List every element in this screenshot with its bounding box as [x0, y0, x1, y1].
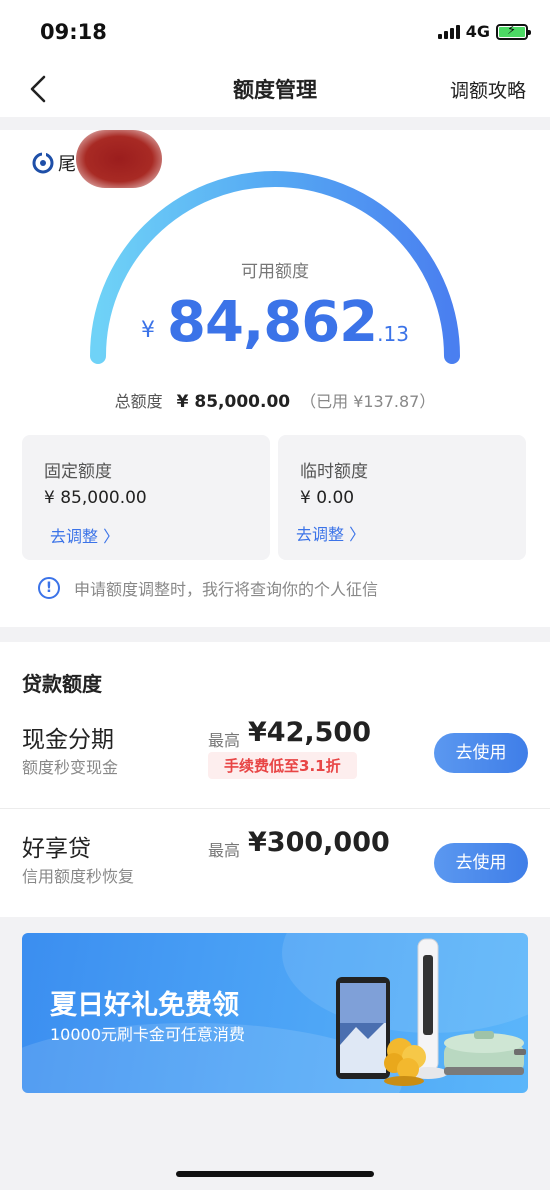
fixed-quota-box: 固定额度 ¥ 85,000.00 去调整 〉 — [22, 435, 270, 560]
quota-card: 尾 可用额度 ¥84,862.13 总额度 ¥ 85,000.00 （已用 ¥137… — [0, 130, 550, 627]
loan-max-value: ¥42,500 — [248, 717, 371, 748]
temp-quota-box: 临时额度 ¥ 0.00 去调整 〉 — [278, 435, 526, 560]
status-time: 09:18 — [40, 20, 107, 44]
currency-symbol: ¥ — [141, 318, 156, 343]
network-type: 4G — [465, 22, 490, 41]
electric-pot-icon — [444, 1031, 526, 1075]
status-indicators: 4G ⚡ — [437, 22, 531, 41]
notice-text: 申请额度调整时，我行将查询你的个人征信 — [74, 580, 379, 599]
fee-discount-badge: 手续费低至3.1折 — [208, 752, 357, 779]
total-label: 总额度 — [114, 392, 163, 411]
temp-quota-label: 临时额度 — [300, 462, 368, 482]
status-bar: 09:18 4G ⚡ — [0, 0, 550, 62]
loan-max-label: 最高 — [208, 841, 241, 860]
total-value: ¥ 85,000.00 — [176, 392, 291, 412]
banner-subtitle: 10000元刷卡金可任意消费 — [50, 1025, 245, 1044]
loan-name: 好享贷 — [22, 836, 91, 862]
phone-icon — [336, 977, 390, 1079]
fixed-quota-value: ¥ 85,000.00 — [44, 488, 147, 508]
loan-item-haoxiangdai: 好享贷 信用额度秒恢复 最高 ¥300,000 去使用 — [0, 808, 550, 918]
prize-illustration — [336, 938, 526, 1086]
promo-banner[interactable]: 夏日好礼免费领 10000元刷卡金可任意消费 — [22, 933, 528, 1093]
available-label: 可用额度 — [241, 262, 309, 282]
loan-subtitle: 额度秒变现金 — [22, 758, 119, 777]
temp-adjust-link[interactable]: 去调整 〉 — [296, 521, 365, 545]
fixed-quota-label: 固定额度 — [44, 462, 112, 482]
use-haoxiangdai-button[interactable]: 去使用 — [434, 843, 528, 883]
available-integer: 84,862 — [167, 290, 378, 355]
used-amount: （已用 ¥137.87） — [300, 392, 436, 411]
temp-quota-value: ¥ 0.00 — [300, 488, 355, 508]
bank-info: 尾 — [32, 150, 76, 176]
available-decimal: .13 — [377, 322, 409, 346]
home-indicator — [176, 1171, 374, 1177]
credit-notice: ! 申请额度调整时，我行将查询你的个人征信 — [38, 576, 378, 600]
total-quota: 总额度 ¥ 85,000.00 （已用 ¥137.87） — [0, 388, 550, 412]
loan-section-title: 贷款额度 — [22, 672, 102, 696]
loan-subtitle: 信用额度秒恢复 — [22, 867, 135, 886]
bank-name: 尾 — [58, 154, 76, 175]
fixed-adjust-link[interactable]: 去调整 〉 — [50, 523, 119, 547]
loan-max-label: 最高 — [208, 731, 241, 750]
loan-name: 现金分期 — [22, 727, 114, 753]
loan-max-value: ¥300,000 — [248, 827, 390, 858]
signal-icon — [437, 24, 460, 39]
use-cash-installment-button[interactable]: 去使用 — [434, 733, 528, 773]
info-icon: ! — [38, 577, 60, 599]
battery-icon: ⚡ — [496, 23, 531, 40]
loan-section: 贷款额度 现金分期 额度秒变现金 最高 ¥42,500 手续费低至3.1折 去使… — [0, 642, 550, 917]
redaction-mark — [76, 130, 162, 188]
banner-title: 夏日好礼免费领 — [50, 990, 239, 1021]
nav-bar: 额度管理 调额攻略 — [0, 62, 550, 117]
available-amount: ¥84,862.13 — [0, 290, 550, 355]
adjust-guide-link[interactable]: 调额攻略 — [450, 76, 526, 103]
bank-logo-icon — [32, 152, 54, 174]
